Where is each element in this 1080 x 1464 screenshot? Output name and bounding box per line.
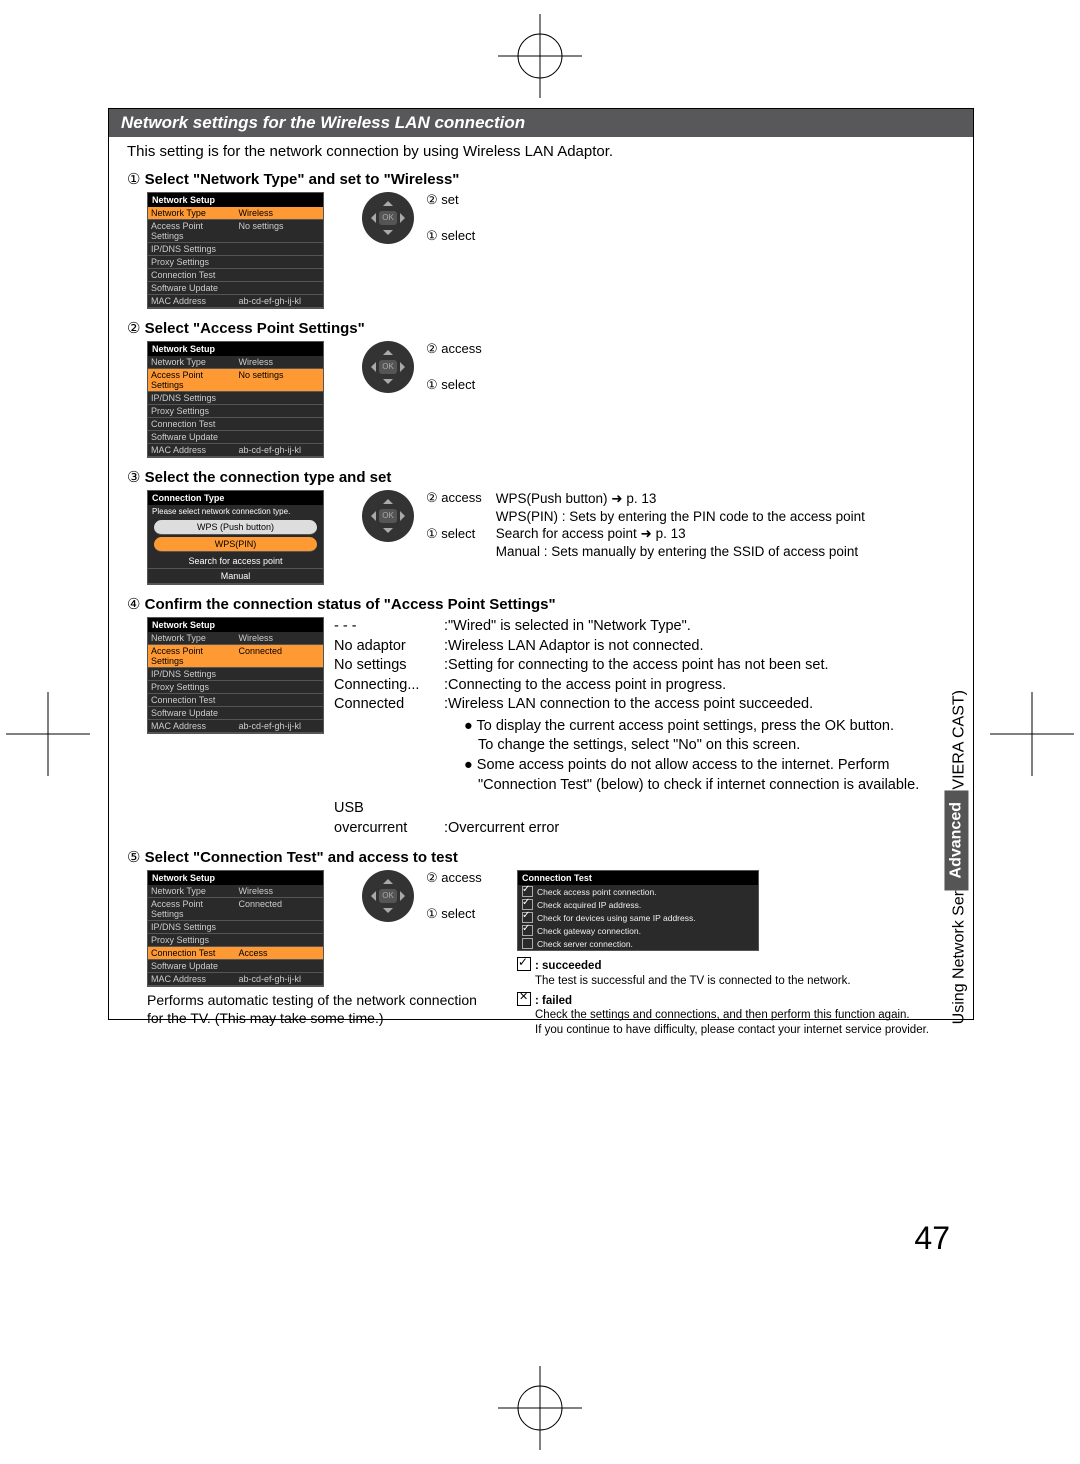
step4-menu: Network Setup Network TypeWirelessAccess… — [147, 617, 324, 734]
check-ok-icon — [517, 957, 531, 971]
step4-title: ④ Confirm the connection status of "Acce… — [127, 595, 955, 613]
connection-test-box: Connection Test Check access point conne… — [517, 870, 759, 951]
step1-title: ① Select "Network Type" and set to "Wire… — [127, 170, 955, 188]
step4-status: - - -:"Wired" is selected in "Network Ty… — [334, 617, 955, 838]
page-frame: Network settings for the Wireless LAN co… — [108, 108, 974, 1020]
step3-title: ③ Select the connection type and set — [127, 468, 955, 486]
check-fail-icon — [517, 992, 531, 1006]
step3-desc: WPS(Push button) ➜ p. 13WPS(PIN) : Sets … — [496, 490, 865, 560]
step5-perform-text: Performs automatic testing of the networ… — [147, 991, 497, 1027]
page-number: 47 — [914, 1220, 950, 1257]
step5-menu: Network Setup Network TypeWirelessAccess… — [147, 870, 324, 987]
crop-mark-right — [990, 692, 1074, 776]
step5-title: ⑤ Select "Connection Test" and access to… — [127, 848, 955, 866]
test-results: : succeeded The test is successful and t… — [517, 957, 955, 1037]
step3-menu: Connection Type Please select network co… — [147, 490, 324, 585]
crop-mark-top — [498, 14, 582, 98]
step2-menu: Network Setup Network TypeWirelessAccess… — [147, 341, 324, 458]
dpad-icon — [362, 341, 414, 393]
crop-mark-bottom — [498, 1366, 582, 1450]
step1-menu: Network Setup Network TypeWirelessAccess… — [147, 192, 324, 309]
crop-mark-left — [6, 692, 90, 776]
dpad-icon — [362, 870, 414, 922]
section-header: Network settings for the Wireless LAN co… — [109, 109, 973, 137]
dpad-icon — [362, 192, 414, 244]
intro-text: This setting is for the network connecti… — [127, 143, 955, 160]
dpad-icon — [362, 490, 414, 542]
step2-title: ② Select "Access Point Settings" — [127, 319, 955, 337]
